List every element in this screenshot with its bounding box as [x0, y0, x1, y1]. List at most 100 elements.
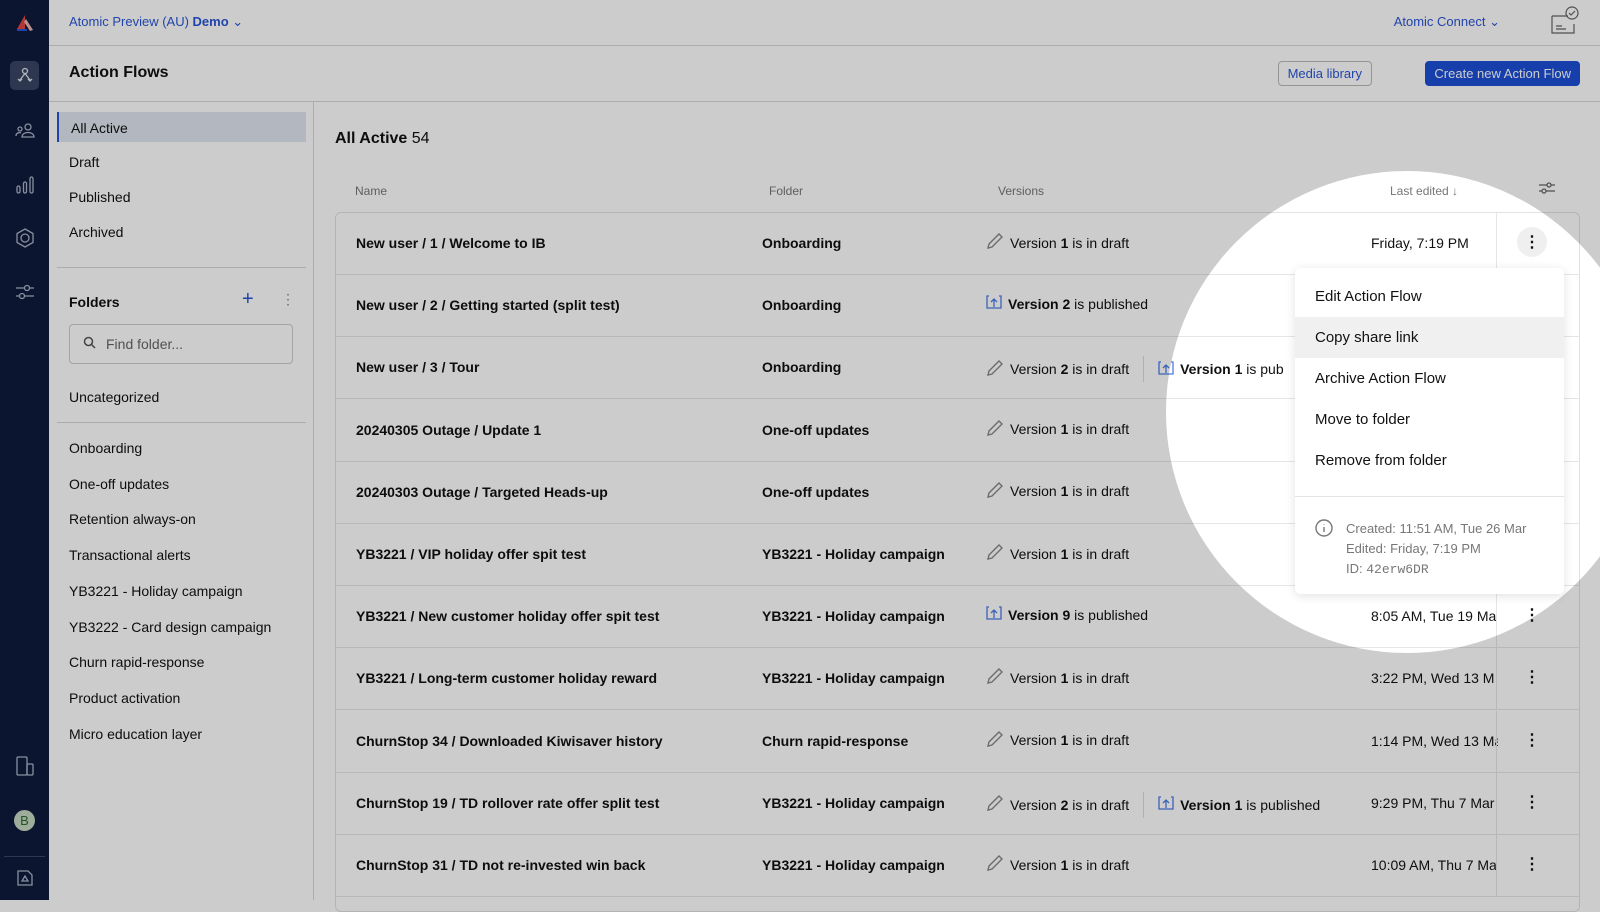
version-status: Version 1 is in draft [1010, 857, 1129, 873]
analytics-icon[interactable] [10, 170, 39, 199]
divider [57, 422, 306, 423]
menu-archive-action-flow[interactable]: Archive Action Flow [1295, 358, 1564, 399]
pencil-icon [986, 543, 1004, 564]
settings-hex-icon[interactable] [10, 223, 39, 252]
column-folder[interactable]: Folder [769, 184, 803, 198]
menu-remove-from-folder[interactable]: Remove from folder [1295, 440, 1564, 481]
avatar[interactable]: B [10, 806, 39, 835]
search-icon [83, 336, 96, 352]
flow-versions: Version 1 is in draft [986, 667, 1129, 688]
id-text: ID: 42erw6DR [1346, 559, 1564, 580]
create-action-flow-button[interactable]: Create new Action Flow [1425, 61, 1580, 86]
org-switcher[interactable]: Atomic Preview (AU) Demo ⌄ [69, 14, 243, 30]
folder-item[interactable]: Transactional alerts [69, 547, 191, 563]
folder-item[interactable]: Micro education layer [69, 726, 202, 742]
row-actions: ⋮ [1496, 213, 1581, 274]
organization-icon[interactable] [10, 751, 39, 780]
info-icon [1315, 519, 1333, 543]
row-actions: ⋮ [1496, 835, 1581, 896]
folder-item[interactable]: Onboarding [69, 440, 142, 456]
folders-more-icon[interactable]: ⋮ [281, 291, 295, 308]
avatar-initial: B [14, 810, 35, 831]
filter-draft[interactable]: Draft [57, 146, 306, 176]
last-edited: 9:29 PM, Thu 7 Mar [1371, 794, 1495, 811]
row-more-icon[interactable]: ⋮ [1517, 662, 1547, 692]
column-settings-icon[interactable] [1538, 180, 1556, 201]
list-count: 54 [411, 130, 430, 147]
table-row[interactable]: New user / 1 / Welcome to IB Onboarding … [336, 213, 1579, 275]
version-suffix: is pub [1242, 361, 1284, 378]
folder-item[interactable]: One-off updates [69, 476, 169, 492]
published-icon [986, 294, 1002, 313]
atomic-app-icon[interactable] [10, 863, 39, 892]
filter-all-active[interactable]: All Active [57, 112, 306, 142]
table-row[interactable]: ChurnStop 34 / Downloaded Kiwisaver hist… [336, 710, 1579, 773]
version-separator [1143, 791, 1145, 818]
find-folder-input[interactable]: Find folder... [69, 324, 293, 364]
flow-name[interactable]: New user / 1 / Welcome to IB [356, 235, 546, 251]
flow-name[interactable]: 20240303 Outage / Targeted Heads-up [356, 484, 608, 500]
column-versions[interactable]: Versions [998, 184, 1044, 198]
flow-name[interactable]: ChurnStop 34 / Downloaded Kiwisaver hist… [356, 733, 663, 749]
add-folder-icon[interactable]: + [242, 288, 254, 311]
version-suffix: is published [1242, 796, 1321, 813]
pencil-icon [986, 419, 1004, 440]
flow-folder: Churn rapid-response [762, 732, 909, 749]
row-more-icon[interactable]: ⋮ [1517, 725, 1547, 755]
row-more-icon[interactable]: ⋮ [1517, 787, 1547, 817]
flow-name[interactable]: YB3221 / VIP holiday offer spit test [356, 546, 586, 562]
flow-name[interactable]: New user / 3 / Tour [356, 359, 479, 375]
table-row[interactable]: YB3221 / Long-term customer holiday rewa… [336, 648, 1579, 711]
chevron-down-icon: ⌄ [1489, 14, 1500, 29]
menu-copy-share-link[interactable]: Copy share link [1295, 317, 1564, 358]
folder-uncategorized[interactable]: Uncategorized [69, 389, 159, 405]
atomic-logo[interactable] [10, 8, 39, 37]
flow-name[interactable]: New user / 2 / Getting started (split te… [356, 297, 620, 313]
rail-divider [4, 856, 45, 857]
version-prefix: Version [1010, 732, 1061, 749]
flow-versions: Version 1 is in draft [986, 481, 1129, 502]
id-label: ID: [1346, 561, 1367, 576]
folder-item[interactable]: Product activation [69, 690, 180, 706]
flow-name[interactable]: ChurnStop 19 / TD rollover rate offer sp… [356, 795, 659, 811]
table-row[interactable]: ChurnStop 31 / TD not re-invested win ba… [336, 835, 1579, 897]
flow-name[interactable]: YB3221 / New customer holiday offer spit… [356, 608, 659, 624]
inbox-check-icon[interactable] [1550, 6, 1580, 41]
pencil-icon [986, 359, 1004, 380]
version-status: Version 1 is in draft [1010, 732, 1129, 748]
action-flows-icon[interactable] [10, 61, 39, 90]
filter-archived[interactable]: Archived [57, 216, 306, 246]
flow-name[interactable]: YB3221 / Long-term customer holiday rewa… [356, 670, 657, 686]
sliders-icon[interactable] [10, 277, 39, 306]
folder-item[interactable]: Churn rapid-response [69, 654, 204, 670]
folder-item[interactable]: YB3222 - Card design campaign [69, 619, 271, 635]
flow-versions: Version 2 is in draft Version 1 is publis… [986, 791, 1321, 818]
atomic-connect-menu[interactable]: Atomic Connect ⌄ [1394, 14, 1500, 30]
menu-move-to-folder[interactable]: Move to folder [1295, 399, 1564, 440]
filter-published[interactable]: Published [57, 181, 306, 211]
version-suffix: is in draft [1068, 669, 1130, 686]
row-more-icon[interactable]: ⋮ [1517, 227, 1547, 257]
media-library-button[interactable]: Media library [1277, 61, 1372, 86]
table-row[interactable]: YB3221 / New customer holiday offer spit… [336, 586, 1579, 649]
version-prefix: Version [1008, 295, 1063, 312]
version-status: Version 9 is published [1008, 607, 1148, 623]
folder-item[interactable]: YB3221 - Holiday campaign [69, 583, 243, 599]
folder-item[interactable]: Retention always-on [69, 511, 196, 527]
published-icon [1158, 360, 1174, 379]
version-status: Version 1 is in draft [1010, 546, 1129, 562]
folders-heading: Folders [69, 294, 120, 310]
row-more-icon[interactable]: ⋮ [1517, 849, 1547, 879]
created-text: Created: 11:51 AM, Tue 26 Mar [1346, 521, 1527, 536]
flow-name[interactable]: 20240305 Outage / Update 1 [356, 422, 541, 438]
version-suffix: is published [1070, 606, 1149, 623]
row-more-icon[interactable]: ⋮ [1517, 600, 1547, 630]
users-icon[interactable] [10, 115, 39, 144]
column-name[interactable]: Name [355, 184, 387, 198]
flow-name[interactable]: ChurnStop 31 / TD not re-invested win ba… [356, 857, 645, 873]
menu-edit-action-flow[interactable]: Edit Action Flow [1295, 276, 1564, 317]
column-last-edited[interactable]: Last edited ↓ [1390, 184, 1458, 198]
flow-folder: YB3221 - Holiday campaign [762, 608, 945, 625]
table-row[interactable]: ChurnStop 19 / TD rollover rate offer sp… [336, 772, 1579, 835]
version-status: Version 1 is in draft [1010, 483, 1129, 499]
